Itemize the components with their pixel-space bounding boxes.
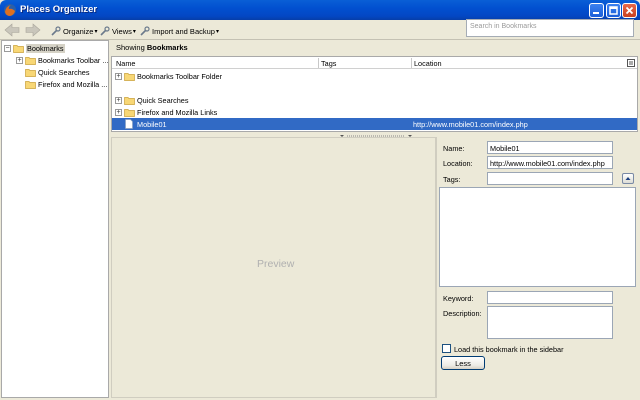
- list-item-name: Mobile01: [137, 119, 167, 129]
- expand-icon[interactable]: +: [16, 56, 23, 64]
- chevron-up-icon: [625, 177, 631, 180]
- sidebar-checkbox[interactable]: [442, 344, 451, 353]
- column-divider[interactable]: [318, 58, 319, 68]
- page-icon: [125, 119, 133, 129]
- organize-label: Organize: [63, 26, 94, 36]
- title-bar: Places Organizer: [0, 0, 640, 20]
- views-menu-button[interactable]: Views ▾: [100, 25, 136, 37]
- name-label: Name:: [443, 144, 465, 153]
- less-button[interactable]: Less: [441, 356, 485, 370]
- description-label: Description:: [443, 309, 482, 318]
- expand-icon[interactable]: +: [115, 108, 122, 116]
- views-label: Views: [112, 26, 132, 36]
- tree-item-label: Bookmarks: [26, 43, 65, 53]
- list-item-bookmarks-toolbar-folder[interactable]: + Bookmarks Toolbar Folder: [112, 70, 637, 82]
- forward-arrow-icon[interactable]: [25, 23, 41, 37]
- preview-pane: Preview: [111, 137, 436, 398]
- minimize-button[interactable]: [589, 3, 604, 18]
- collapse-icon[interactable]: −: [4, 44, 11, 52]
- import-backup-label: Import and Backup: [152, 26, 215, 36]
- showing-header: Showing Bookmarks: [111, 40, 637, 55]
- name-field[interactable]: Mobile01: [487, 141, 613, 154]
- tree-item-label: Quick Searches: [38, 67, 90, 77]
- back-arrow-icon[interactable]: [4, 23, 20, 37]
- column-header-name[interactable]: Name: [116, 59, 135, 68]
- dropdown-arrow-icon: ▾: [94, 28, 98, 35]
- keyword-field[interactable]: [487, 291, 613, 304]
- tags-field[interactable]: [487, 172, 613, 185]
- tags-label: Tags:: [443, 175, 461, 184]
- folder-icon: [124, 108, 135, 117]
- close-icon: [625, 6, 634, 15]
- folder-icon: [25, 80, 36, 89]
- maximize-icon: [609, 6, 618, 15]
- list-item-quick-searches[interactable]: + Quick Searches: [112, 94, 637, 106]
- description-field[interactable]: [487, 306, 613, 339]
- expand-icon[interactable]: +: [115, 96, 122, 104]
- wrench-icon: [51, 26, 61, 36]
- list-item-name: Firefox and Mozilla Links: [137, 107, 218, 117]
- list-item-mobile01[interactable]: Mobile01 http://www.mobile01.com/index.p…: [112, 118, 637, 130]
- column-header-location[interactable]: Location: [414, 59, 442, 68]
- folder-icon: [124, 96, 135, 105]
- location-label: Location:: [443, 159, 473, 168]
- list-item-firefox-mozilla-links[interactable]: + Firefox and Mozilla Links: [112, 106, 637, 118]
- sidebar-checkbox-label: Load this bookmark in the sidebar: [454, 345, 564, 354]
- details-pane: Name: Mobile01 Location: http://www.mobi…: [436, 137, 638, 398]
- dropdown-arrow-icon: ▾: [132, 28, 136, 35]
- preview-label: Preview: [257, 258, 295, 270]
- column-picker-icon[interactable]: [627, 59, 635, 67]
- wrench-icon: [140, 26, 150, 36]
- tree-item-label: Firefox and Mozilla ...: [38, 79, 108, 89]
- search-input[interactable]: Search in Bookmarks: [466, 19, 634, 37]
- close-button[interactable]: [622, 3, 637, 18]
- tags-expand-button[interactable]: [622, 173, 634, 184]
- tags-list-box[interactable]: [439, 187, 636, 287]
- column-divider[interactable]: [411, 58, 412, 68]
- window-title: Places Organizer: [20, 4, 98, 15]
- maximize-button[interactable]: [606, 3, 621, 18]
- folder-icon: [124, 72, 135, 81]
- dropdown-arrow-icon: ▾: [215, 28, 219, 35]
- firefox-icon: [4, 4, 16, 16]
- list-item-name: Bookmarks Toolbar Folder: [137, 71, 223, 81]
- organize-menu-button[interactable]: Organize ▾: [51, 25, 97, 37]
- tree-item-label: Bookmarks Toolbar ...: [38, 55, 109, 65]
- wrench-icon: [100, 26, 110, 36]
- import-backup-menu-button[interactable]: Import and Backup ▾: [140, 25, 219, 37]
- tree-item-bookmarks-toolbar[interactable]: + Bookmarks Toolbar ...: [16, 54, 108, 66]
- folder-icon: [25, 68, 36, 77]
- list-header: Name Tags Location: [112, 57, 637, 69]
- minimize-icon: [593, 12, 599, 14]
- folder-icon: [13, 44, 24, 53]
- bookmarks-tree[interactable]: − Bookmarks + Bookmarks Toolbar ... Quic…: [1, 40, 109, 398]
- tree-item-firefox-mozilla[interactable]: Firefox and Mozilla ...: [25, 78, 107, 90]
- column-header-tags[interactable]: Tags: [321, 59, 336, 68]
- tree-item-bookmarks[interactable]: − Bookmarks: [4, 42, 65, 54]
- bookmark-list[interactable]: Name Tags Location + Bookmarks Toolbar F…: [111, 56, 638, 132]
- tree-item-quick-searches[interactable]: Quick Searches: [25, 66, 90, 78]
- showing-prefix: Showing: [116, 43, 145, 52]
- list-item-location: http://www.mobile01.com/index.php: [413, 120, 528, 129]
- location-field[interactable]: http://www.mobile01.com/index.php: [487, 156, 613, 169]
- showing-folder: Bookmarks: [146, 43, 188, 52]
- expand-icon[interactable]: +: [115, 72, 122, 80]
- keyword-label: Keyword:: [443, 294, 474, 303]
- list-item-name: Quick Searches: [137, 95, 189, 105]
- folder-icon: [25, 56, 36, 65]
